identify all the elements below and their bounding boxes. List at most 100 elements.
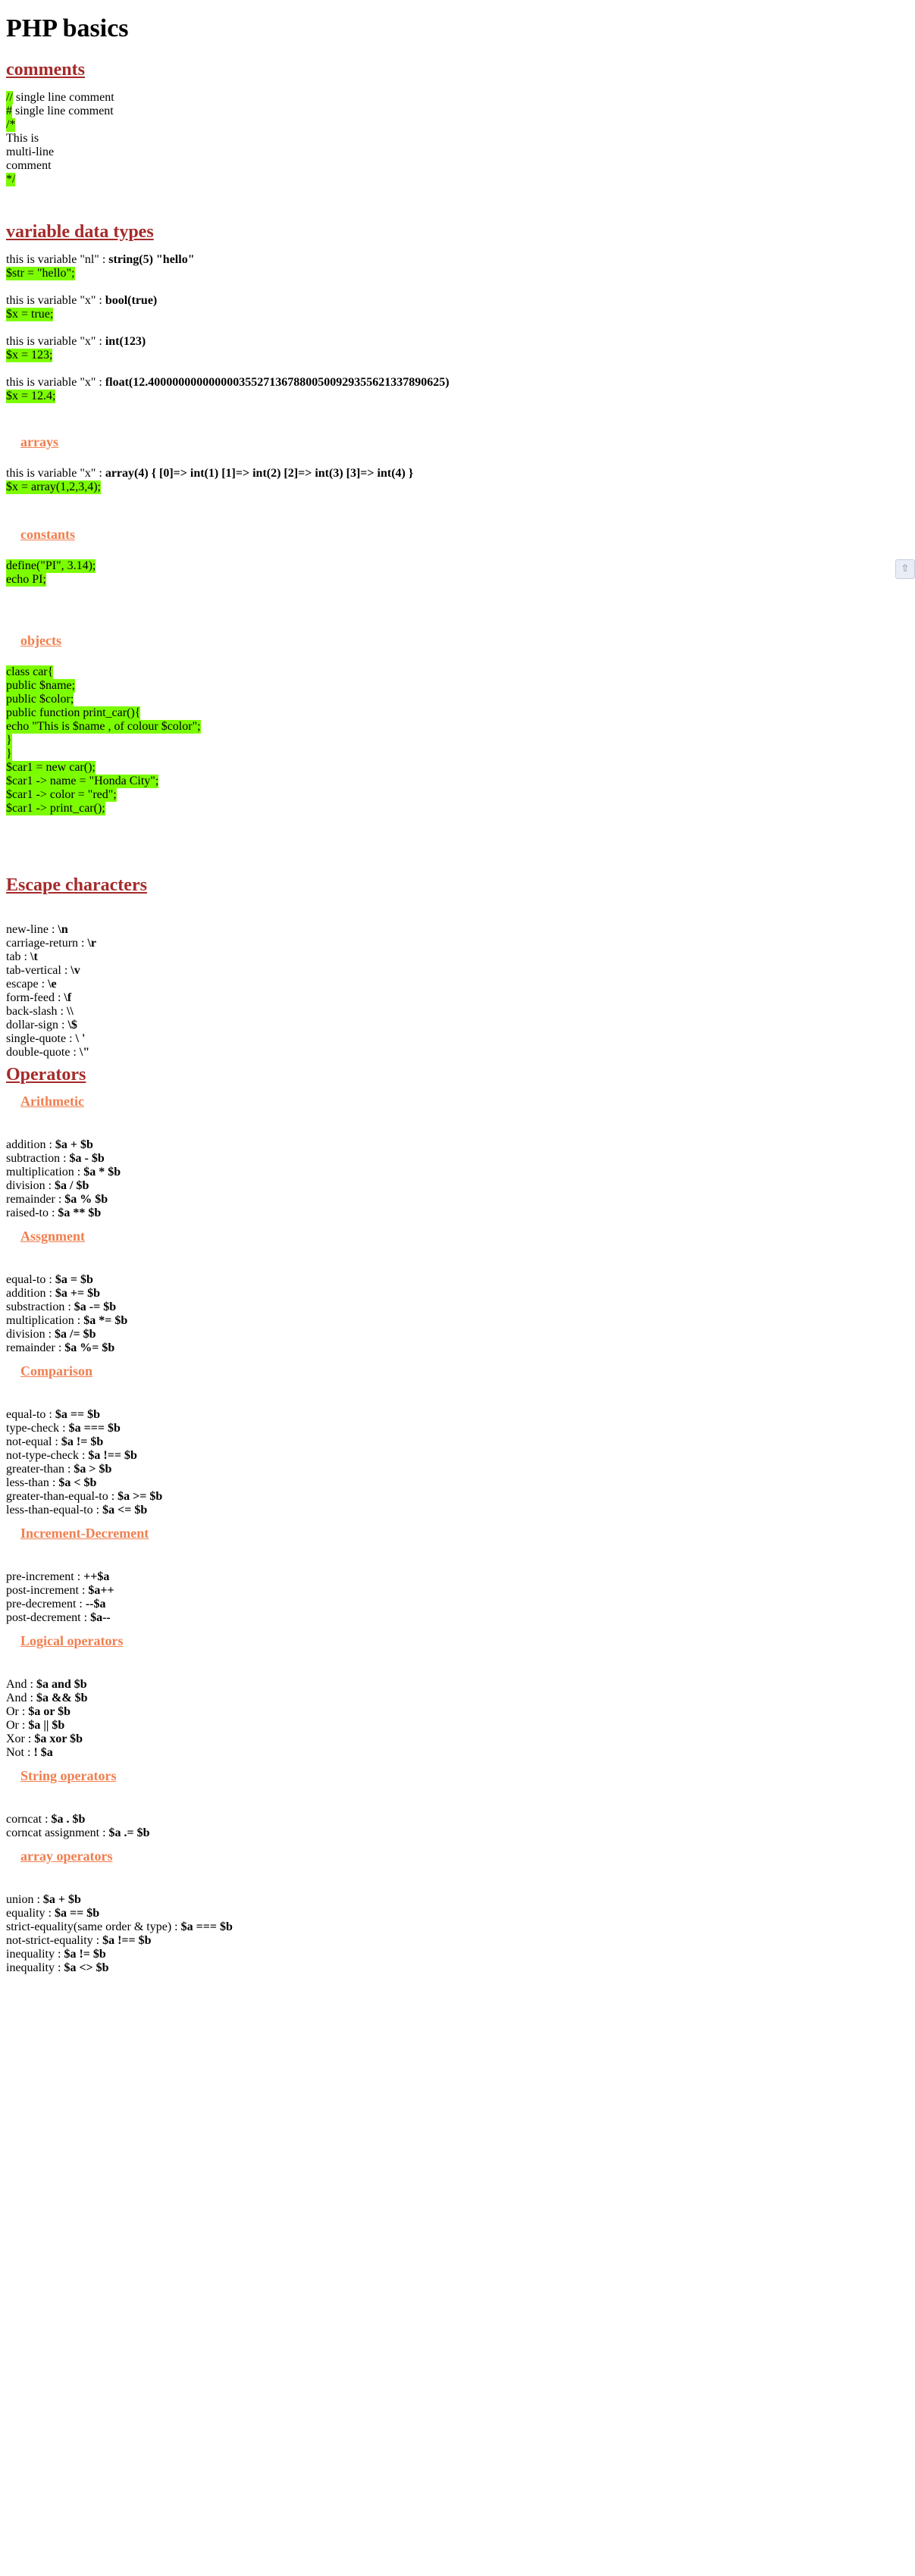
operator-item: corncat assignment : $a .= $b bbox=[6, 1826, 909, 1840]
operator-item: type-check : $a === $b bbox=[6, 1422, 909, 1435]
objects-code-line: public $name; bbox=[6, 679, 76, 693]
operator-label: not-type-check : bbox=[6, 1449, 89, 1462]
operator-value: $a == $b bbox=[54, 1907, 100, 1920]
objects-code-line: $car1 -> name = "Honda City"; bbox=[6, 775, 159, 788]
operator-item: Xor : $a xor $b bbox=[6, 1732, 909, 1746]
operator-item: less-than-equal-to : $a <= $b bbox=[6, 1504, 909, 1517]
operator-group-heading: Increment-Decrement bbox=[20, 1526, 149, 1541]
comment-text: single line comment bbox=[12, 105, 114, 117]
constants-block: define("PI", 3.14); echo PI; bbox=[6, 559, 909, 587]
operator-item: raised-to : $a ** $b bbox=[6, 1207, 909, 1220]
operator-value: $a != $b bbox=[61, 1435, 104, 1448]
escape-value: \n bbox=[58, 923, 68, 936]
operator-value: $a === $b bbox=[68, 1422, 121, 1435]
comment-line: # single line comment bbox=[6, 105, 909, 118]
operator-label: greater-than : bbox=[6, 1463, 74, 1476]
operator-item: Or : $a or $b bbox=[6, 1705, 909, 1719]
escape-label: new-line : bbox=[6, 923, 58, 936]
operator-value: $a <= $b bbox=[102, 1504, 148, 1516]
variable-item: this is variable "x" : bool(true) $x = t… bbox=[6, 294, 909, 321]
operator-group-heading: Assgnment bbox=[20, 1229, 86, 1244]
operator-label: inequality : bbox=[6, 1948, 64, 1961]
operator-value: --$a bbox=[85, 1598, 106, 1610]
escape-value: \$ bbox=[67, 1019, 77, 1031]
operator-item: inequality : $a <> $b bbox=[6, 1961, 909, 1975]
comment-marker: // bbox=[6, 91, 13, 105]
objects-code-line: $car1 = new car(); bbox=[6, 761, 96, 775]
operator-label: Not : bbox=[6, 1746, 34, 1759]
operator-label: post-decrement : bbox=[6, 1611, 91, 1624]
constants-heading: constants bbox=[20, 527, 76, 542]
operator-label: corncat assignment : bbox=[6, 1826, 109, 1839]
comment-line: This is bbox=[6, 132, 39, 145]
escape-label: double-quote : bbox=[6, 1046, 80, 1059]
operator-value: $a !== $b bbox=[102, 1934, 152, 1947]
operator-label: multiplication : bbox=[6, 1166, 84, 1178]
variable-desc: this is variable "x" : bbox=[6, 335, 105, 348]
operator-value: $a || $b bbox=[28, 1719, 65, 1732]
operator-label: union : bbox=[6, 1893, 43, 1906]
operator-item: less-than : $a < $b bbox=[6, 1476, 909, 1490]
operator-value: ! $a bbox=[33, 1746, 53, 1759]
scroll-to-top-button[interactable]: ⇧ bbox=[895, 559, 915, 579]
comment-line: /* bbox=[6, 118, 909, 132]
operator-item: equal-to : $a == $b bbox=[6, 1408, 909, 1422]
operator-label: strict-equality(same order & type) : bbox=[6, 1920, 181, 1933]
operator-value: ++$a bbox=[83, 1570, 110, 1583]
operator-value: $a <> $b bbox=[64, 1961, 109, 1974]
objects-code-line: public $color; bbox=[6, 693, 74, 706]
operator-item: inequality : $a != $b bbox=[6, 1948, 909, 1961]
operator-item: remainder : $a % $b bbox=[6, 1193, 909, 1207]
comment-line: */ bbox=[6, 173, 909, 186]
escape-value: \f bbox=[64, 991, 72, 1004]
operator-value: $a === $b bbox=[180, 1920, 233, 1933]
operator-group-heading: Comparison bbox=[20, 1363, 93, 1379]
operator-value: $a * $b bbox=[83, 1166, 121, 1178]
operator-value: $a > $b bbox=[74, 1463, 112, 1476]
operator-label: remainder : bbox=[6, 1193, 65, 1206]
escape-item: single-quote : \ ' bbox=[6, 1032, 909, 1046]
operator-value: $a or $b bbox=[28, 1705, 71, 1718]
operator-item: And : $a && $b bbox=[6, 1692, 909, 1705]
objects-heading: objects bbox=[20, 633, 61, 648]
escape-item: new-line : \n bbox=[6, 923, 909, 937]
comment-line: multi-line bbox=[6, 146, 55, 158]
operator-label: greater-than-equal-to : bbox=[6, 1490, 118, 1503]
operator-value: $a = $b bbox=[55, 1273, 93, 1286]
operator-item: remainder : $a %= $b bbox=[6, 1341, 909, 1355]
comment-marker: */ bbox=[6, 173, 16, 186]
operator-value: $a !== $b bbox=[88, 1449, 137, 1462]
operator-value: $a != $b bbox=[64, 1948, 106, 1961]
operator-item: post-decrement : $a-- bbox=[6, 1611, 909, 1625]
operator-value: $a *= $b bbox=[83, 1314, 128, 1327]
operator-value: $a . $b bbox=[51, 1813, 86, 1826]
objects-code-line: } bbox=[6, 734, 12, 747]
escape-item: double-quote : \" bbox=[6, 1046, 909, 1060]
operator-group-heading: Arithmetic bbox=[20, 1094, 84, 1109]
objects-code-line: $car1 -> color = "red"; bbox=[6, 788, 117, 802]
escape-label: single-quote : bbox=[6, 1032, 76, 1045]
escape-label: tab-vertical : bbox=[6, 964, 71, 977]
comment-line: // single line comment bbox=[6, 91, 909, 105]
variables-heading: variable data types bbox=[6, 222, 154, 242]
objects-code-block: class car{public $name; public $color; pub… bbox=[6, 665, 909, 815]
operator-label: subtraction : bbox=[6, 1152, 70, 1165]
operator-value: $a .= $b bbox=[108, 1826, 150, 1839]
variable-type: int(123) bbox=[105, 335, 146, 348]
escape-value: \e bbox=[48, 978, 57, 991]
escape-value: \" bbox=[79, 1046, 90, 1059]
operator-value: $a xor $b bbox=[34, 1732, 83, 1745]
escape-value: \v bbox=[71, 964, 80, 977]
escape-label: carriage-return : bbox=[6, 937, 88, 950]
variable-type: float(12.4000000000000003552713678800500… bbox=[105, 376, 450, 389]
operator-value: $a += $b bbox=[55, 1287, 101, 1300]
escape-item: carriage-return : \r bbox=[6, 937, 909, 950]
operators-heading: Operators bbox=[6, 1065, 86, 1085]
escape-item: back-slash : \\ bbox=[6, 1005, 909, 1019]
operator-item: Or : $a || $b bbox=[6, 1719, 909, 1732]
operator-label: pre-decrement : bbox=[6, 1598, 86, 1610]
escape-value: \ ' bbox=[75, 1032, 86, 1045]
operator-value: $a < $b bbox=[58, 1476, 97, 1489]
operator-groups: Arithmetic addition : $a + $b subtraction … bbox=[6, 1093, 909, 1975]
operator-item: not-strict-equality : $a !== $b bbox=[6, 1934, 909, 1948]
